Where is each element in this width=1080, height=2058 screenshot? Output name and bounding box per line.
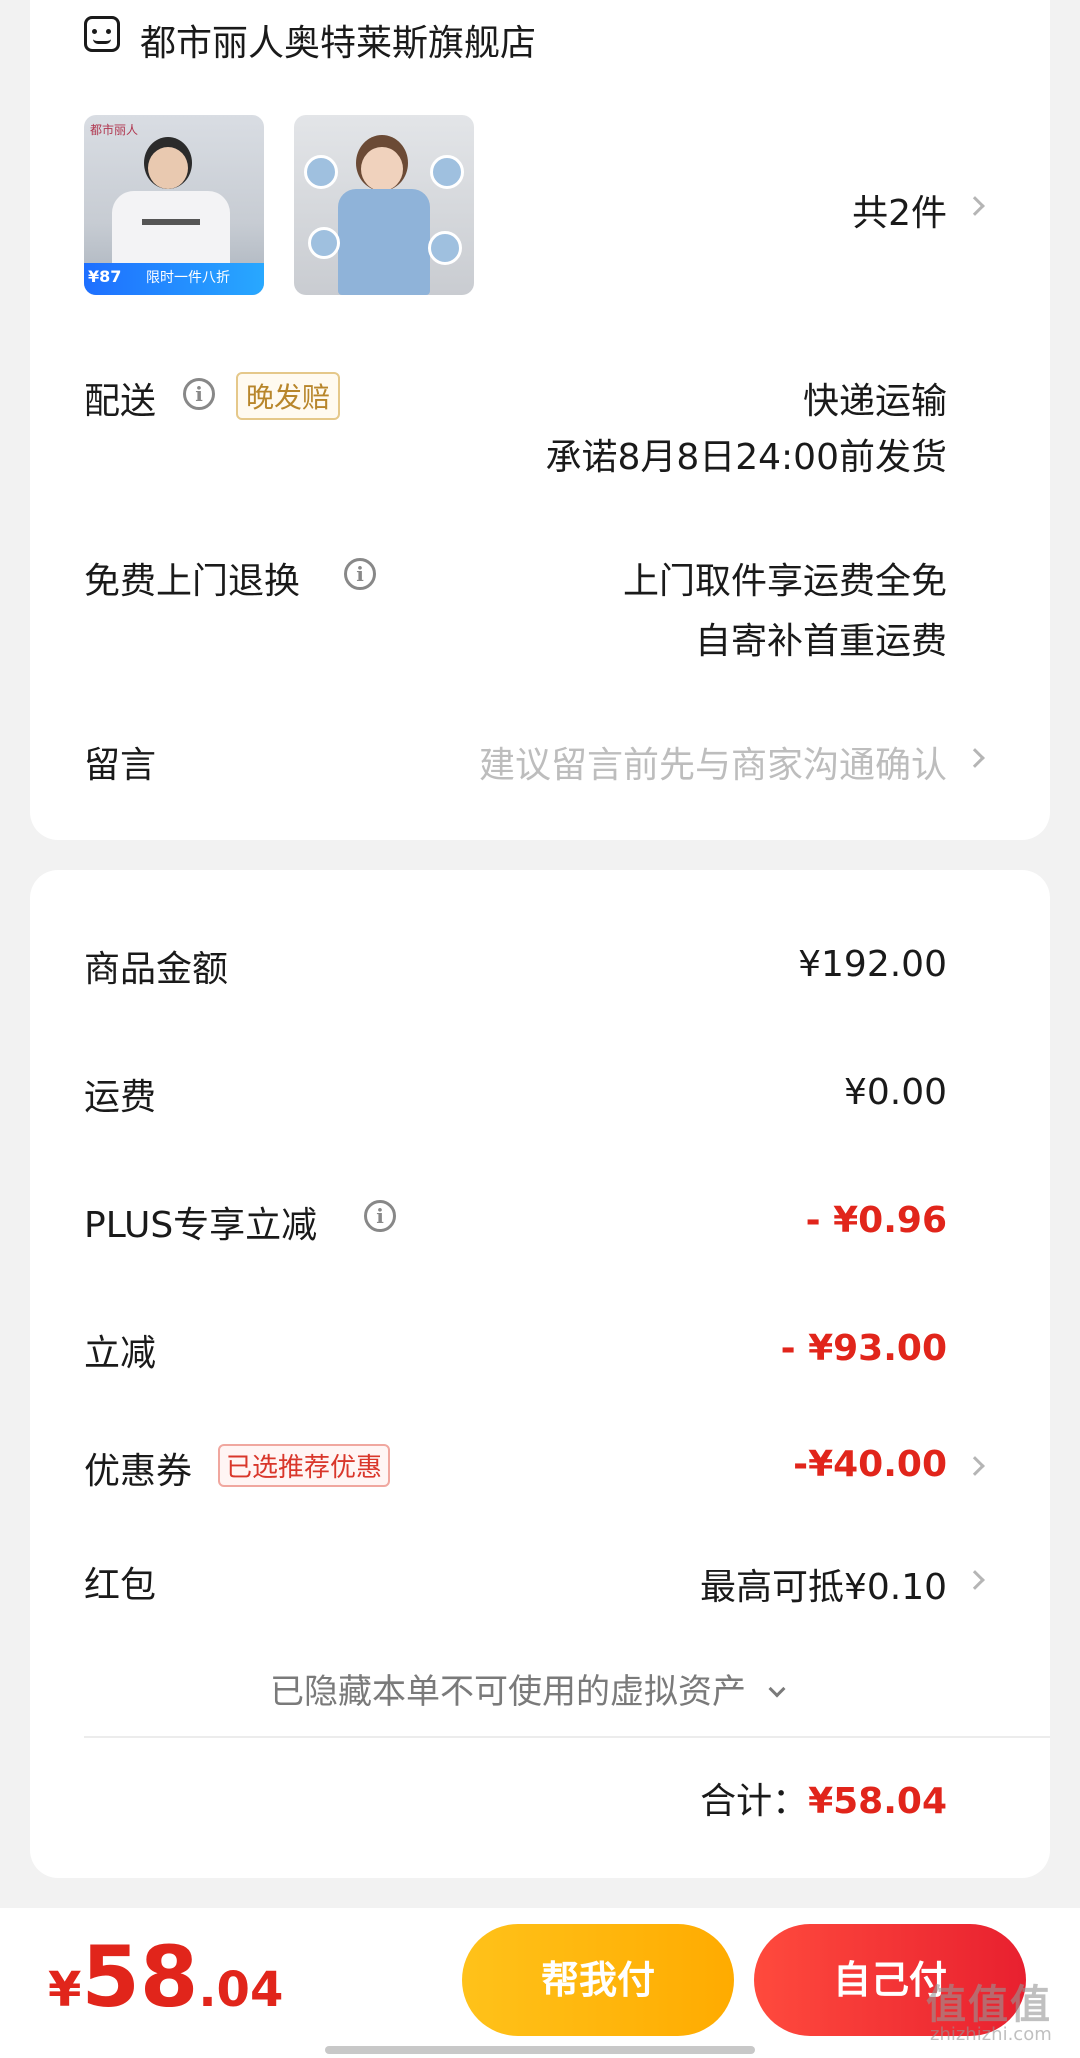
- goods-amount-value: ¥192.00: [798, 944, 947, 985]
- late-compensation-tag: 晚发赔: [236, 372, 341, 420]
- total-row: 合计：¥58.04: [700, 1772, 947, 1824]
- coupon-label: 优惠券: [84, 1451, 193, 1492]
- chevron-down-icon: [768, 1680, 786, 1698]
- store-name[interactable]: 都市丽人奥特莱斯旗舰店: [140, 14, 536, 66]
- price-currency: ¥: [48, 1962, 82, 2018]
- coupon-value[interactable]: -¥40.00: [793, 1444, 947, 1485]
- shipping-method: 快递运输: [802, 381, 947, 422]
- promo-label: 限时一件八折: [146, 270, 230, 286]
- brand-logo-text: 都市丽人: [90, 123, 139, 137]
- freight-label: 运费: [84, 1077, 157, 1118]
- red-packet-value[interactable]: 最高可抵¥0.10: [700, 1558, 947, 1610]
- price-integer: 58: [81, 1928, 199, 2026]
- info-icon[interactable]: i: [364, 1200, 396, 1232]
- returns-line1: 上门取件享运费全免: [622, 561, 947, 602]
- divider: [84, 1736, 1050, 1738]
- price-decimal: .04: [198, 1962, 284, 2018]
- final-price: ¥58.04: [48, 1928, 283, 2026]
- price-summary-card: [30, 870, 1050, 1878]
- info-icon[interactable]: i: [183, 378, 215, 410]
- watermark-url: zhizhizhi.com: [930, 2024, 1052, 2045]
- watermark: 值值值: [926, 1982, 1052, 2028]
- instant-discount-label: 立减: [84, 1333, 157, 1374]
- returns-label: 免费上门退换: [84, 561, 301, 602]
- shipping-promise: 承诺8月8日24:00前发货: [545, 437, 947, 478]
- shipping-label: 配送: [84, 381, 157, 422]
- total-label: 合计：: [700, 1781, 809, 1822]
- store-icon: [84, 16, 120, 52]
- goods-amount-label: 商品金额: [84, 949, 229, 990]
- returns-line2: 自寄补首重运费: [694, 621, 947, 662]
- hidden-assets-text: 已隐藏本单不可使用的虚拟资产: [270, 1672, 746, 1712]
- instant-discount-value: - ¥93.00: [780, 1328, 947, 1369]
- home-indicator[interactable]: [325, 2046, 755, 2054]
- bottom-action-bar: ¥58.04 帮我付 自己付: [0, 1908, 1080, 2058]
- product-thumbnail[interactable]: [294, 115, 474, 295]
- price-badge: ¥87: [88, 267, 122, 286]
- info-icon[interactable]: i: [344, 558, 376, 590]
- coupon-recommended-tag: 已选推荐优惠: [218, 1444, 391, 1487]
- red-packet-label: 红包: [84, 1565, 157, 1606]
- product-thumbnail[interactable]: 都市丽人 ¥87 限时一件八折: [84, 115, 264, 295]
- item-count[interactable]: 共2件: [852, 184, 947, 236]
- plus-discount-value: - ¥0.96: [805, 1200, 947, 1241]
- message-label: 留言: [84, 745, 157, 786]
- message-input[interactable]: 建议留言前先与商家沟通确认: [479, 736, 947, 788]
- hidden-assets-toggle[interactable]: 已隐藏本单不可使用的虚拟资产: [270, 1664, 786, 1713]
- freight-value: ¥0.00: [843, 1072, 947, 1113]
- plus-discount-label: PLUS专享立减: [84, 1205, 318, 1246]
- help-me-pay-button[interactable]: 帮我付: [462, 1924, 734, 2036]
- total-value: ¥58.04: [808, 1781, 947, 1822]
